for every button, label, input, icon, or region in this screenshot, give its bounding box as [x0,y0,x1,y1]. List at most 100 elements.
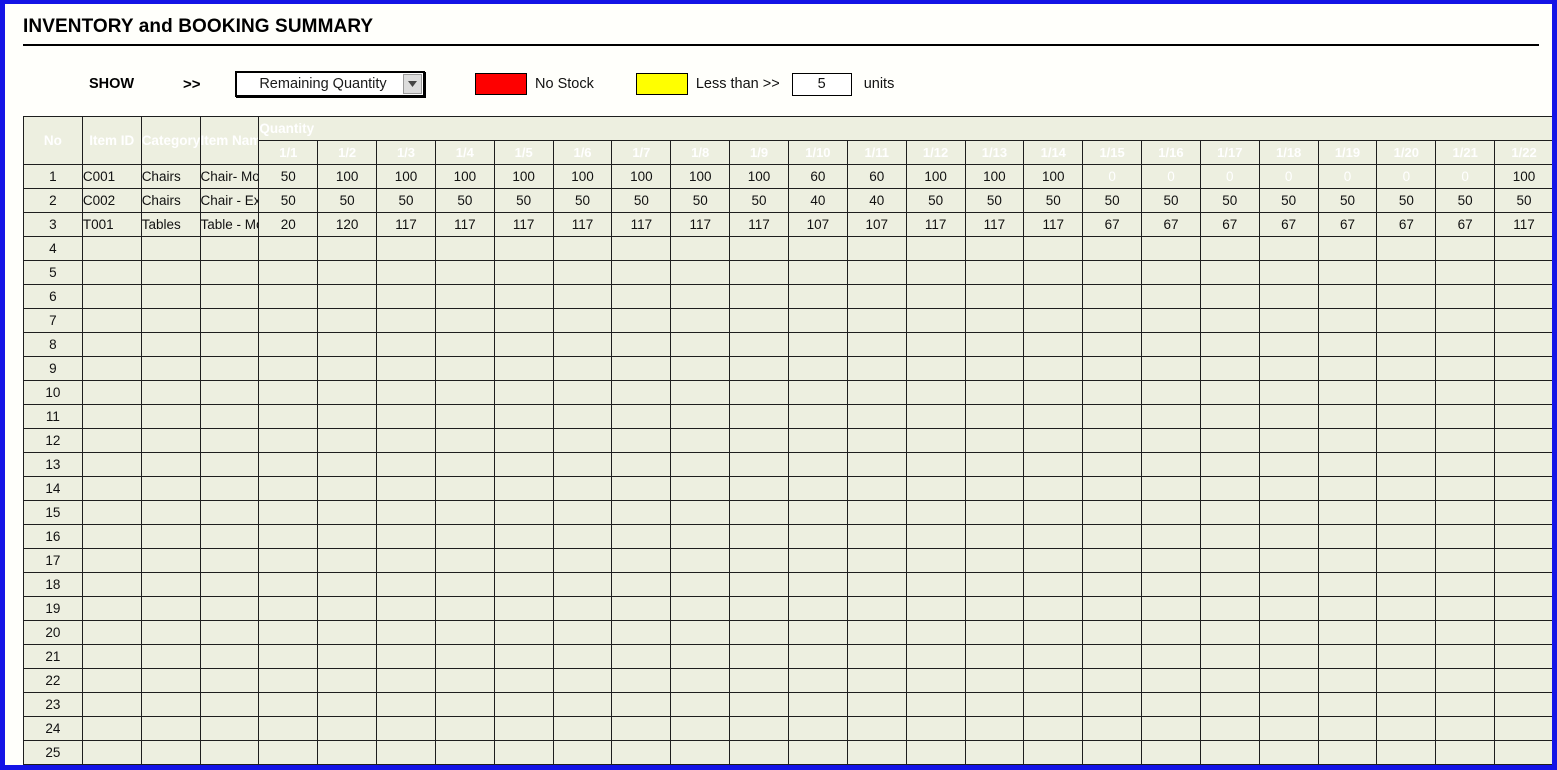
cell-no[interactable]: 12 [23,428,83,453]
cell-quantity[interactable] [611,404,672,429]
cell-item-name[interactable] [199,596,260,621]
cell-quantity[interactable] [905,524,966,549]
cell-no[interactable]: 20 [23,620,83,645]
cell-quantity[interactable] [1082,644,1143,669]
cell-quantity[interactable] [317,260,378,285]
cell-quantity[interactable] [552,596,613,621]
cell-quantity[interactable] [1258,692,1319,717]
cell-quantity[interactable] [493,620,554,645]
cell-quantity[interactable] [729,620,789,645]
cell-quantity[interactable] [670,260,731,285]
cell-quantity[interactable] [964,548,1025,573]
cell-quantity[interactable] [611,644,672,669]
cell-quantity[interactable]: 50 [258,164,319,189]
cell-quantity[interactable] [787,572,848,597]
cell-quantity[interactable] [729,548,789,573]
cell-quantity[interactable] [787,524,848,549]
cell-quantity[interactable] [1435,452,1496,477]
cell-quantity[interactable] [670,308,731,333]
cell-quantity[interactable] [1376,332,1437,357]
cell-quantity[interactable] [964,596,1025,621]
cell-quantity[interactable] [552,428,613,453]
cell-quantity[interactable] [1494,332,1552,357]
cell-quantity[interactable] [1494,548,1552,573]
cell-quantity[interactable] [258,692,319,717]
cell-quantity[interactable] [1141,572,1201,597]
cell-quantity[interactable] [1082,716,1143,741]
cell-quantity[interactable] [670,356,731,381]
cell-quantity[interactable] [1141,740,1201,765]
cell-quantity[interactable] [1199,284,1260,309]
cell-quantity[interactable] [1199,620,1260,645]
cell-quantity[interactable] [846,620,907,645]
cell-quantity[interactable] [1023,644,1084,669]
cell-quantity[interactable]: 100 [434,164,495,189]
cell-quantity[interactable] [376,644,436,669]
cell-item-id[interactable]: C001 [81,164,142,189]
cell-category[interactable] [140,620,201,645]
cell-category[interactable]: Tables [140,212,201,237]
cell-quantity[interactable] [670,572,731,597]
cell-quantity[interactable] [1258,380,1319,405]
cell-quantity[interactable] [317,236,378,261]
cell-quantity[interactable] [787,476,848,501]
cell-quantity-no-stock[interactable]: 0 [1141,164,1201,189]
cell-quantity[interactable]: 50 [552,188,613,213]
cell-quantity[interactable] [434,692,495,717]
cell-quantity[interactable] [1317,380,1378,405]
cell-quantity-no-stock[interactable]: 0 [1376,164,1437,189]
cell-no[interactable]: 11 [23,404,83,429]
cell-quantity[interactable] [729,596,789,621]
cell-quantity[interactable] [1199,524,1260,549]
cell-quantity[interactable] [1082,308,1143,333]
cell-quantity[interactable] [729,524,789,549]
cell-quantity[interactable] [1376,548,1437,573]
cell-quantity[interactable] [1435,476,1496,501]
cell-quantity[interactable] [1141,452,1201,477]
cell-quantity[interactable]: 117 [493,212,554,237]
cell-quantity[interactable] [434,716,495,741]
cell-quantity[interactable] [787,716,848,741]
cell-quantity[interactable] [611,500,672,525]
cell-quantity[interactable] [1141,476,1201,501]
cell-item-name[interactable] [199,716,260,741]
cell-quantity[interactable]: 100 [1023,164,1084,189]
cell-item-id[interactable] [81,620,142,645]
cell-quantity[interactable] [376,548,436,573]
cell-quantity[interactable] [846,596,907,621]
cell-quantity[interactable] [1376,524,1437,549]
cell-quantity[interactable] [905,284,966,309]
cell-quantity[interactable] [376,428,436,453]
cell-quantity[interactable] [670,452,731,477]
cell-category[interactable] [140,692,201,717]
cell-quantity[interactable] [1141,260,1201,285]
cell-quantity[interactable] [317,740,378,765]
cell-quantity[interactable] [905,500,966,525]
cell-item-id[interactable] [81,524,142,549]
cell-quantity[interactable] [376,572,436,597]
cell-quantity[interactable] [670,548,731,573]
cell-quantity[interactable] [964,284,1025,309]
cell-quantity[interactable]: 50 [611,188,672,213]
cell-no[interactable]: 1 [23,164,83,189]
cell-quantity[interactable] [1141,596,1201,621]
cell-item-id[interactable] [81,452,142,477]
cell-quantity[interactable] [376,692,436,717]
cell-quantity[interactable] [905,644,966,669]
cell-quantity[interactable] [258,260,319,285]
cell-item-name[interactable]: Chair - Expensive [199,188,260,213]
cell-item-name[interactable] [199,452,260,477]
cell-quantity[interactable] [552,332,613,357]
cell-no[interactable]: 6 [23,284,83,309]
cell-quantity[interactable] [729,716,789,741]
cell-quantity[interactable] [1258,476,1319,501]
cell-quantity[interactable]: 50 [258,188,319,213]
cell-no[interactable]: 22 [23,668,83,693]
cell-quantity[interactable] [729,332,789,357]
cell-quantity[interactable] [1082,356,1143,381]
cell-quantity[interactable] [1199,380,1260,405]
cell-quantity[interactable] [787,620,848,645]
cell-quantity[interactable] [1376,692,1437,717]
cell-quantity[interactable] [376,308,436,333]
cell-quantity[interactable] [258,236,319,261]
